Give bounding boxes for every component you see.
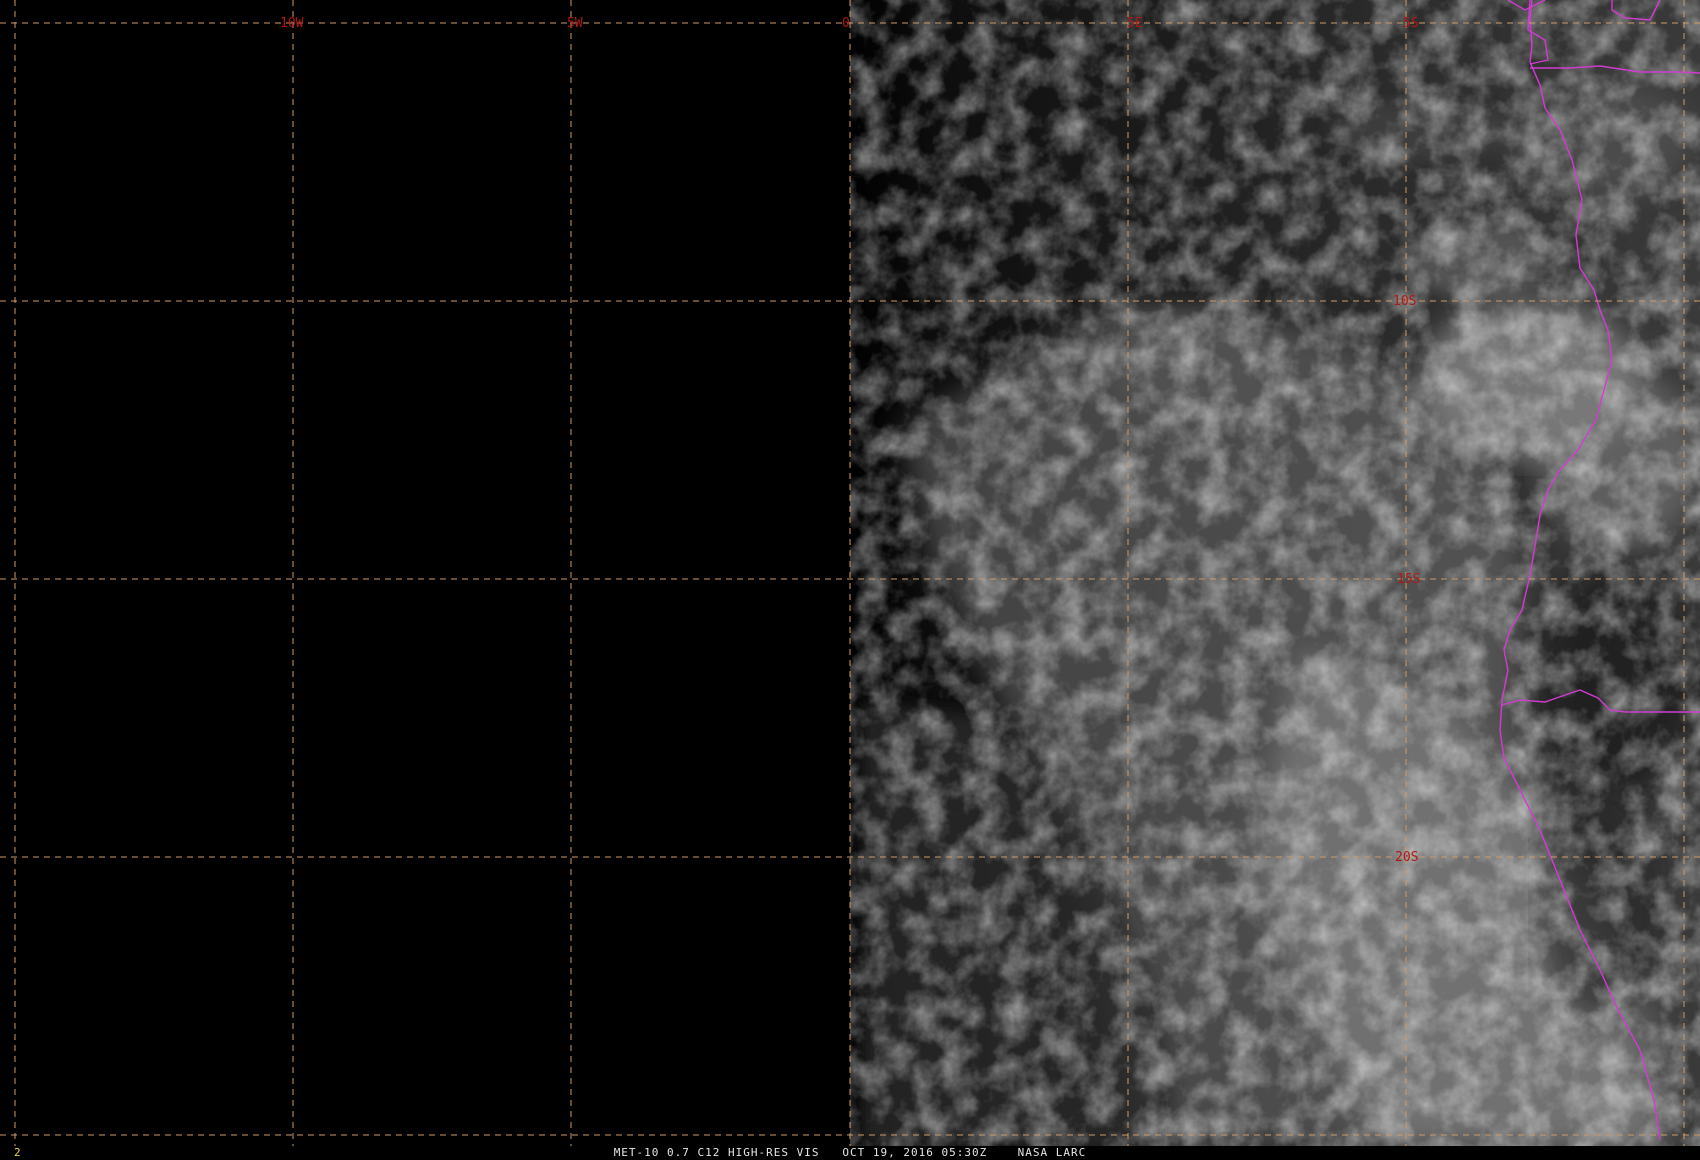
latitude-label-15s: 15S — [1397, 572, 1420, 587]
satellite-image-viewer: 10W 5W 0 5E 5S 10S 15S 20S — [0, 0, 1700, 1160]
latitude-label-5s: 5S — [1403, 16, 1419, 31]
satellite-map: 10W 5W 0 5E 5S 10S 15S 20S — [0, 0, 1700, 1146]
latitude-label-20s: 20S — [1395, 850, 1418, 865]
image-caption: MET-10 0.7 C12 HIGH-RES VIS OCT 19, 2016… — [613, 1146, 1087, 1159]
daylight-region — [850, 0, 1700, 1146]
longitude-label-0: 0 — [842, 16, 850, 31]
latitude-label-10s: 10S — [1393, 294, 1416, 309]
longitude-label-5e: 5E — [1127, 16, 1143, 31]
longitude-label-10w: 10W — [280, 16, 304, 31]
longitude-label-5w: 5W — [567, 16, 583, 31]
